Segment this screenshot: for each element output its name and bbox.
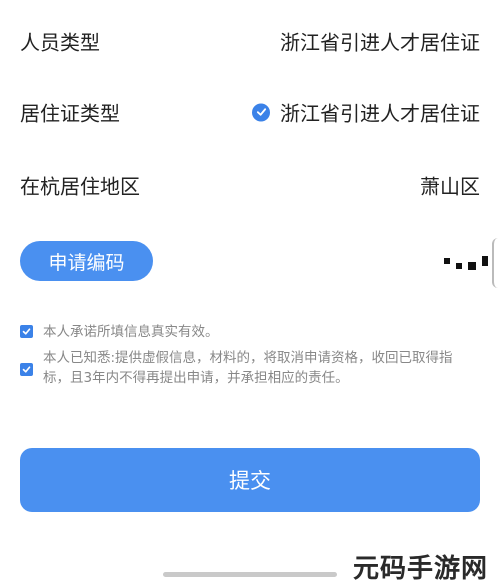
permit-type-label: 居住证类型 xyxy=(20,101,120,126)
submit-button[interactable]: 提交 xyxy=(20,448,480,512)
masked-code-marks xyxy=(444,256,490,272)
site-watermark: 元码手游网 xyxy=(352,554,488,584)
checkbox-checked-icon[interactable] xyxy=(20,325,33,338)
person-type-value: 浙江省引进人才居住证 xyxy=(280,27,480,56)
selected-check-icon xyxy=(252,103,270,121)
form-row-district[interactable]: 在杭居住地区 萧山区 xyxy=(0,160,500,210)
home-indicator xyxy=(163,572,337,577)
person-type-value-text: 浙江省引进人才居住证 xyxy=(280,30,480,55)
scroll-edge-indicator xyxy=(492,238,500,288)
person-type-label: 人员类型 xyxy=(20,30,100,55)
consent-item-truthful[interactable]: 本人承诺所填信息真实有效。 xyxy=(20,322,460,342)
permit-type-value-text: 浙江省引进人才居住证 xyxy=(280,101,480,126)
district-value-text: 萧山区 xyxy=(420,174,480,199)
apply-code-button[interactable]: 申请编码 xyxy=(20,241,153,281)
consent-text-truthful: 本人承诺所填信息真实有效。 xyxy=(43,324,219,340)
permit-type-value[interactable]: 浙江省引进人才居住证 xyxy=(252,98,480,127)
form-row-person-type[interactable]: 人员类型 浙江省引进人才居住证 xyxy=(0,16,500,66)
consent-text-penalty: 本人已知悉:提供虚假信息，材料的，将取消申请资格，收回已取得指标，且3年内不得再… xyxy=(43,350,453,386)
form-row-permit-type[interactable]: 居住证类型 浙江省引进人才居住证 xyxy=(0,87,500,137)
district-label: 在杭居住地区 xyxy=(20,174,140,199)
consent-item-penalty[interactable]: 本人已知悉:提供虚假信息，材料的，将取消申请资格，收回已取得指标，且3年内不得再… xyxy=(20,348,460,388)
checkbox-checked-icon[interactable] xyxy=(20,363,33,376)
district-value[interactable]: 萧山区 xyxy=(420,171,480,200)
